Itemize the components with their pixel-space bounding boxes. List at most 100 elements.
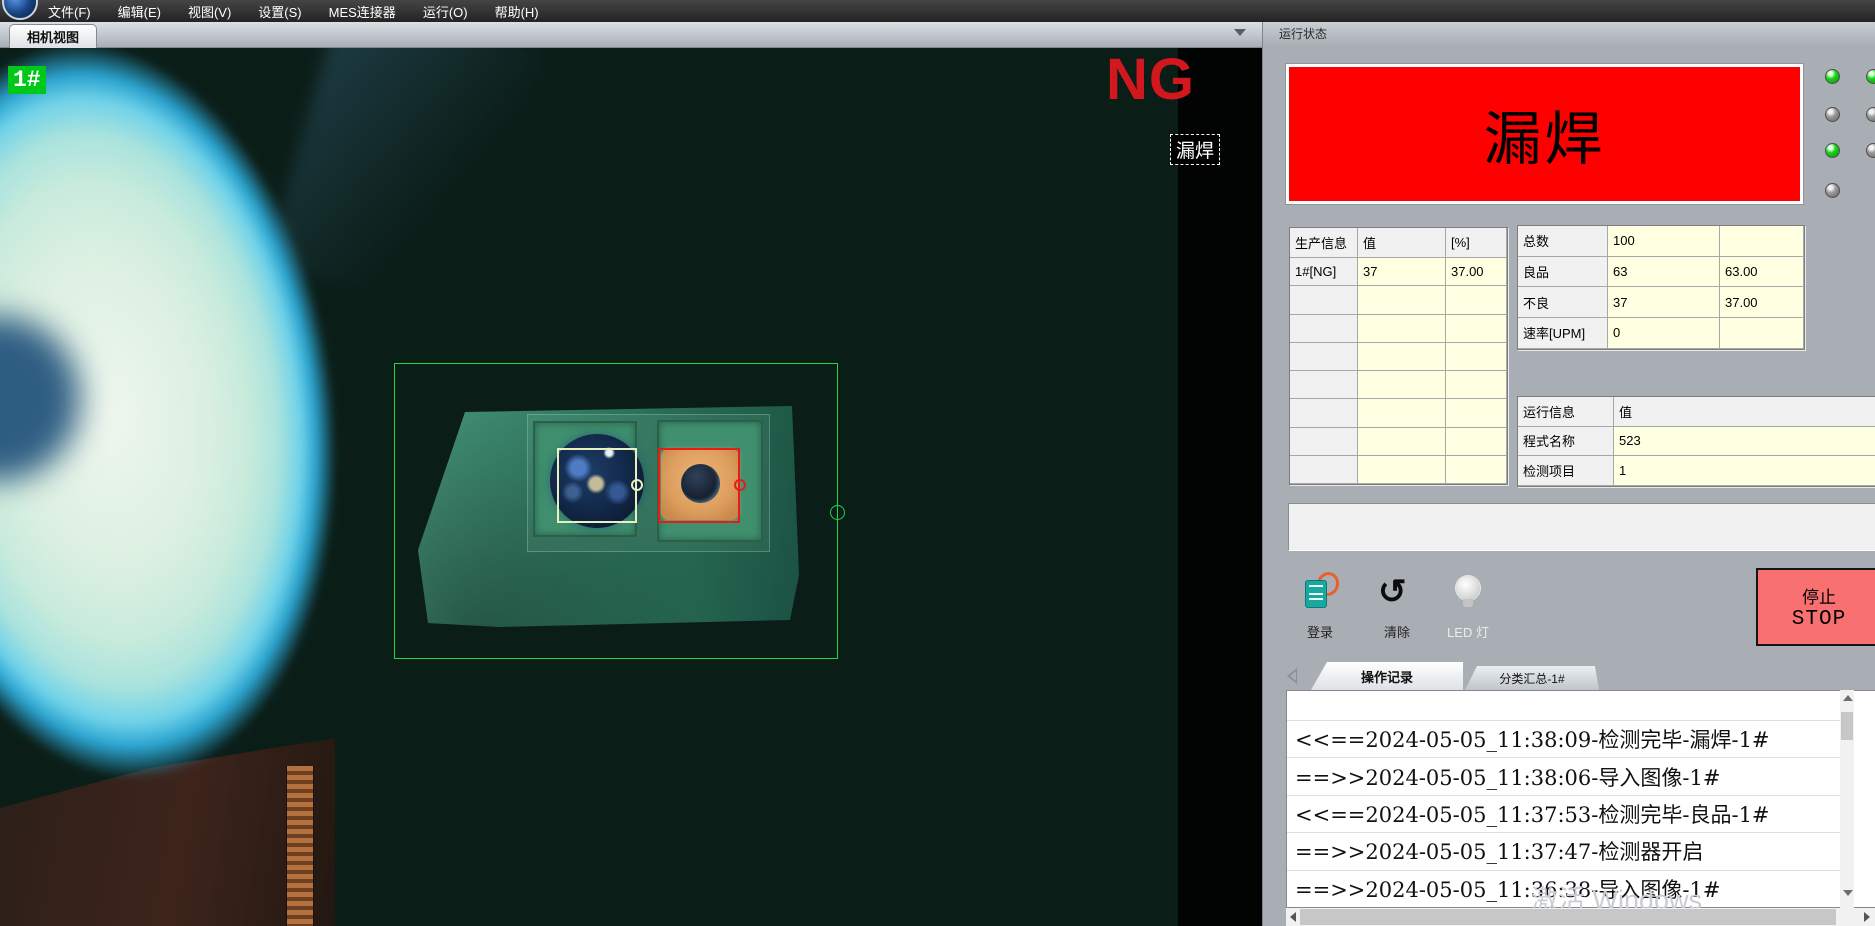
table-cell: 1#[NG] — [1290, 258, 1358, 286]
table-cell — [1446, 286, 1507, 314]
message-box — [1288, 503, 1875, 551]
login-button-label: 登录 — [1287, 622, 1353, 641]
table-header-cell: 生产信息 — [1290, 228, 1358, 258]
reset-arrow-icon: ↺ — [1378, 570, 1407, 614]
table-cell — [1358, 343, 1446, 371]
table-cell — [1358, 315, 1446, 343]
table-cell: 37 — [1608, 287, 1720, 318]
menu-item-4[interactable]: MES连接器 — [329, 2, 396, 21]
scroll-left-icon[interactable] — [1290, 912, 1296, 922]
tab-strip-dropdown-icon[interactable] — [1234, 29, 1246, 36]
log-horizontal-scrollbar[interactable] — [1286, 908, 1875, 926]
table-row — [1290, 343, 1507, 371]
menu-item-3[interactable]: 设置(S) — [258, 2, 301, 21]
log-row[interactable]: <<==2024-05-05_11:37:53-检测完毕-良品-1# — [1287, 796, 1843, 833]
table-cell — [1720, 318, 1804, 349]
result-ng-text: NG — [1106, 48, 1195, 113]
run-info-table: 运行信息值程式名称523检测项目1 — [1517, 396, 1875, 487]
status-light-green — [1825, 143, 1840, 158]
log-row-empty — [1287, 691, 1843, 721]
menu-item-5[interactable]: 运行(O) — [423, 2, 468, 21]
table-cell — [1290, 286, 1358, 314]
menu-item-0[interactable]: 文件(F) — [48, 2, 91, 21]
table-cell — [1446, 371, 1507, 399]
tab-operation-log[interactable]: 操作记录 — [1311, 662, 1463, 690]
camera-viewport[interactable]: 1# NG 漏焊 — [0, 48, 1262, 926]
production-table: 生产信息值[%]1#[NG]3737.00 — [1289, 227, 1508, 485]
table-cell — [1290, 343, 1358, 371]
table-row — [1290, 286, 1507, 314]
table-cell: 良品 — [1518, 257, 1608, 288]
table-row: 程式名称523 — [1518, 427, 1875, 457]
image-edge-strip — [1178, 48, 1262, 926]
table-cell — [1358, 371, 1446, 399]
table-header-row: 运行信息值 — [1518, 397, 1875, 427]
table-cell — [1358, 399, 1446, 427]
table-row — [1290, 399, 1507, 427]
log-row[interactable]: ==>>2024-05-05_11:38:06-导入图像-1# — [1287, 758, 1843, 795]
tab-camera-view[interactable]: 相机视图 — [9, 24, 97, 48]
table-row — [1290, 428, 1507, 456]
log-row[interactable]: <<==2024-05-05_11:38:09-检测完毕-漏焊-1# — [1287, 721, 1843, 758]
table-row: 良品6363.00 — [1518, 257, 1804, 288]
status-light-gray — [1866, 107, 1875, 122]
scroll-down-icon[interactable] — [1843, 890, 1853, 896]
stop-button[interactable]: 停止 STOP — [1756, 568, 1875, 646]
table-cell — [1720, 226, 1804, 257]
table-cell — [1446, 315, 1507, 343]
tab-camera-view-label: 相机视图 — [27, 27, 79, 46]
menu-item-2[interactable]: 视图(V) — [188, 2, 231, 21]
table-cell: 程式名称 — [1518, 427, 1614, 457]
clear-button[interactable]: ↺ 清除 — [1364, 570, 1430, 640]
table-row: 不良3737.00 — [1518, 287, 1804, 318]
table-row: 总数100 — [1518, 226, 1804, 257]
table-header-cell: 值 — [1358, 228, 1446, 258]
menu-bar: 文件(F) 编辑(E) 视图(V) 设置(S) MES连接器 运行(O) 帮助(H) — [0, 0, 1875, 22]
run-status-panel: 运行状态 漏焊 生产信息值[%]1#[NG]3737.00 总数100良品636… — [1262, 22, 1875, 926]
table-cell: 37.00 — [1446, 258, 1507, 286]
menu-item-1[interactable]: 编辑(E) — [118, 2, 161, 21]
bulb-icon — [1456, 576, 1480, 600]
stop-button-label-en: STOP — [1792, 608, 1846, 631]
camera-panel: 相机视图 — [0, 22, 1262, 926]
table-cell — [1358, 286, 1446, 314]
table-cell: 63 — [1608, 257, 1720, 288]
hscroll-thumb[interactable] — [1300, 909, 1836, 925]
table-cell — [1290, 428, 1358, 456]
app-window: 文件(F) 编辑(E) 视图(V) 设置(S) MES连接器 运行(O) 帮助(H) 相机视… — [0, 0, 1875, 926]
table-header-cell: [%] — [1446, 228, 1507, 258]
table-cell: 37.00 — [1720, 287, 1804, 318]
log-row[interactable]: ==>>2024-05-05_11:37:47-检测器开启 — [1287, 833, 1843, 870]
table-row — [1290, 315, 1507, 343]
roi-notch — [830, 505, 845, 520]
table-row — [1290, 456, 1507, 484]
alarm-banner: 漏焊 — [1289, 67, 1800, 201]
table-cell — [1290, 371, 1358, 399]
led-button-label: LED 灯 — [1435, 622, 1501, 641]
tab-category-summary-label: 分类汇总-1# — [1499, 670, 1564, 687]
tab-category-summary[interactable]: 分类汇总-1# — [1465, 666, 1599, 690]
log-vertical-scrollbar[interactable] — [1840, 690, 1854, 908]
table-cell: 523 — [1614, 427, 1875, 457]
scroll-right-icon[interactable] — [1864, 912, 1870, 922]
status-light-gray — [1825, 107, 1840, 122]
vscroll-thumb[interactable] — [1841, 712, 1853, 740]
status-light-gray — [1866, 143, 1875, 158]
table-cell: 0 — [1608, 318, 1720, 349]
panel-title: 运行状态 — [1263, 22, 1875, 46]
table-cell: 63.00 — [1720, 257, 1804, 288]
led-light-button[interactable]: LED 灯 — [1435, 570, 1501, 640]
operation-log-list[interactable]: <<==2024-05-05_11:38:09-检测完毕-漏焊-1#==>>20… — [1286, 690, 1875, 908]
table-cell: 总数 — [1518, 226, 1608, 257]
table-row: 速率[UPM]0 — [1518, 318, 1804, 349]
tab-scroll-left-icon[interactable] — [1287, 668, 1297, 684]
scroll-up-icon[interactable] — [1843, 695, 1853, 701]
menu-item-6[interactable]: 帮助(H) — [495, 2, 539, 21]
status-light-gray — [1825, 183, 1840, 198]
table-cell: 速率[UPM] — [1518, 318, 1608, 349]
table-cell — [1290, 399, 1358, 427]
stats-table: 总数100良品6363.00不良3737.00速率[UPM]0 — [1517, 225, 1805, 350]
table-cell — [1358, 456, 1446, 484]
table-cell — [1446, 343, 1507, 371]
login-button[interactable]: 登录 — [1287, 570, 1353, 640]
